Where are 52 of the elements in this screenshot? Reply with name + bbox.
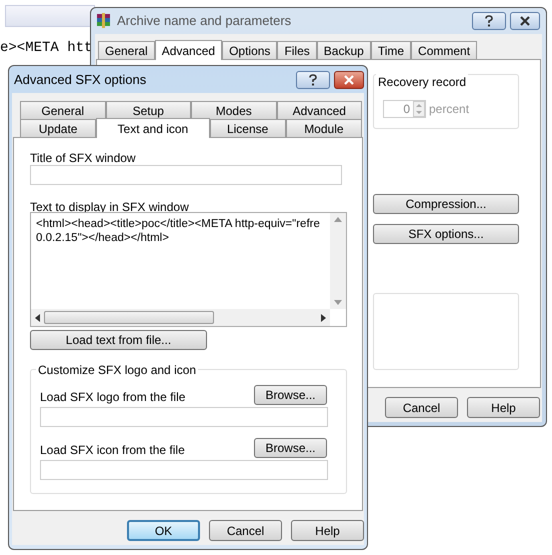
window-title: Archive name and parameters xyxy=(117,12,292,30)
browse-button[interactable]: Browse... xyxy=(254,438,327,458)
code-text: e><META htt xyxy=(0,39,92,58)
input-field[interactable] xyxy=(30,165,342,185)
tab[interactable]: License xyxy=(210,119,286,137)
text-line: <html><head><title>poc</title><META http-equiv="refre xyxy=(36,217,320,231)
vertical-scrollbar[interactable] xyxy=(330,213,346,309)
tab[interactable]: Comment xyxy=(411,41,478,59)
tab[interactable]: Text and icon xyxy=(96,118,210,138)
dialog-button[interactable]: Help xyxy=(467,397,540,418)
tab[interactable]: Backup xyxy=(316,41,371,59)
scroll-right-icon[interactable] xyxy=(321,314,326,322)
books-icon xyxy=(95,12,113,30)
group-label: Recovery record xyxy=(376,73,468,91)
help-icon[interactable] xyxy=(296,70,330,88)
dialog-button[interactable]: Cancel xyxy=(385,397,458,418)
horizontal-scrollbar[interactable] xyxy=(31,309,330,326)
input-field[interactable] xyxy=(40,460,328,480)
load-text-button[interactable]: Load text from file... xyxy=(30,330,207,350)
tab[interactable]: Advanced xyxy=(276,101,362,119)
close-icon[interactable] xyxy=(334,70,364,88)
help-icon[interactable] xyxy=(472,12,506,30)
scroll-down-icon[interactable] xyxy=(334,300,342,305)
scroll-left-icon[interactable] xyxy=(35,314,40,322)
tab[interactable]: Update xyxy=(20,119,96,137)
field-label: Text to display in SFX window xyxy=(30,199,190,212)
window-title: Advanced SFX options xyxy=(14,70,148,89)
tab[interactable]: General xyxy=(20,101,106,119)
scroll-up-icon[interactable] xyxy=(334,217,342,222)
dialog-button[interactable]: Cancel xyxy=(209,520,282,541)
spinner-value: 0 xyxy=(403,100,411,118)
tab[interactable]: Setup xyxy=(106,101,191,119)
tab[interactable]: Advanced xyxy=(154,40,222,60)
tab[interactable]: Options xyxy=(222,41,278,59)
field-label: Load SFX icon from the file xyxy=(40,443,185,457)
text-line: 0.0.2.15"></head></html> xyxy=(36,231,169,245)
text-area[interactable]: <html><head><title>poc</title><META http-equiv="refre 0.0.2.15"></head></html> xyxy=(30,212,347,327)
tab[interactable]: General xyxy=(98,41,155,59)
close-icon[interactable] xyxy=(510,12,540,30)
input-field[interactable] xyxy=(40,407,328,427)
dialog-button[interactable]: Help xyxy=(291,520,364,541)
field-label: Title of SFX window xyxy=(30,150,137,165)
percent-label: percent xyxy=(429,100,470,118)
dialog-button[interactable]: OK xyxy=(127,520,200,541)
field-label: Load SFX logo from the file xyxy=(40,390,186,404)
tab[interactable]: Time xyxy=(370,41,412,59)
tab[interactable]: Module xyxy=(286,119,362,137)
tab[interactable]: Modes xyxy=(191,101,276,119)
browse-button[interactable]: Browse... xyxy=(254,385,327,405)
dialog-button[interactable]: SFX options... xyxy=(373,224,519,244)
dialog-button[interactable]: Compression... xyxy=(373,194,519,214)
tab[interactable]: Files xyxy=(277,41,317,59)
